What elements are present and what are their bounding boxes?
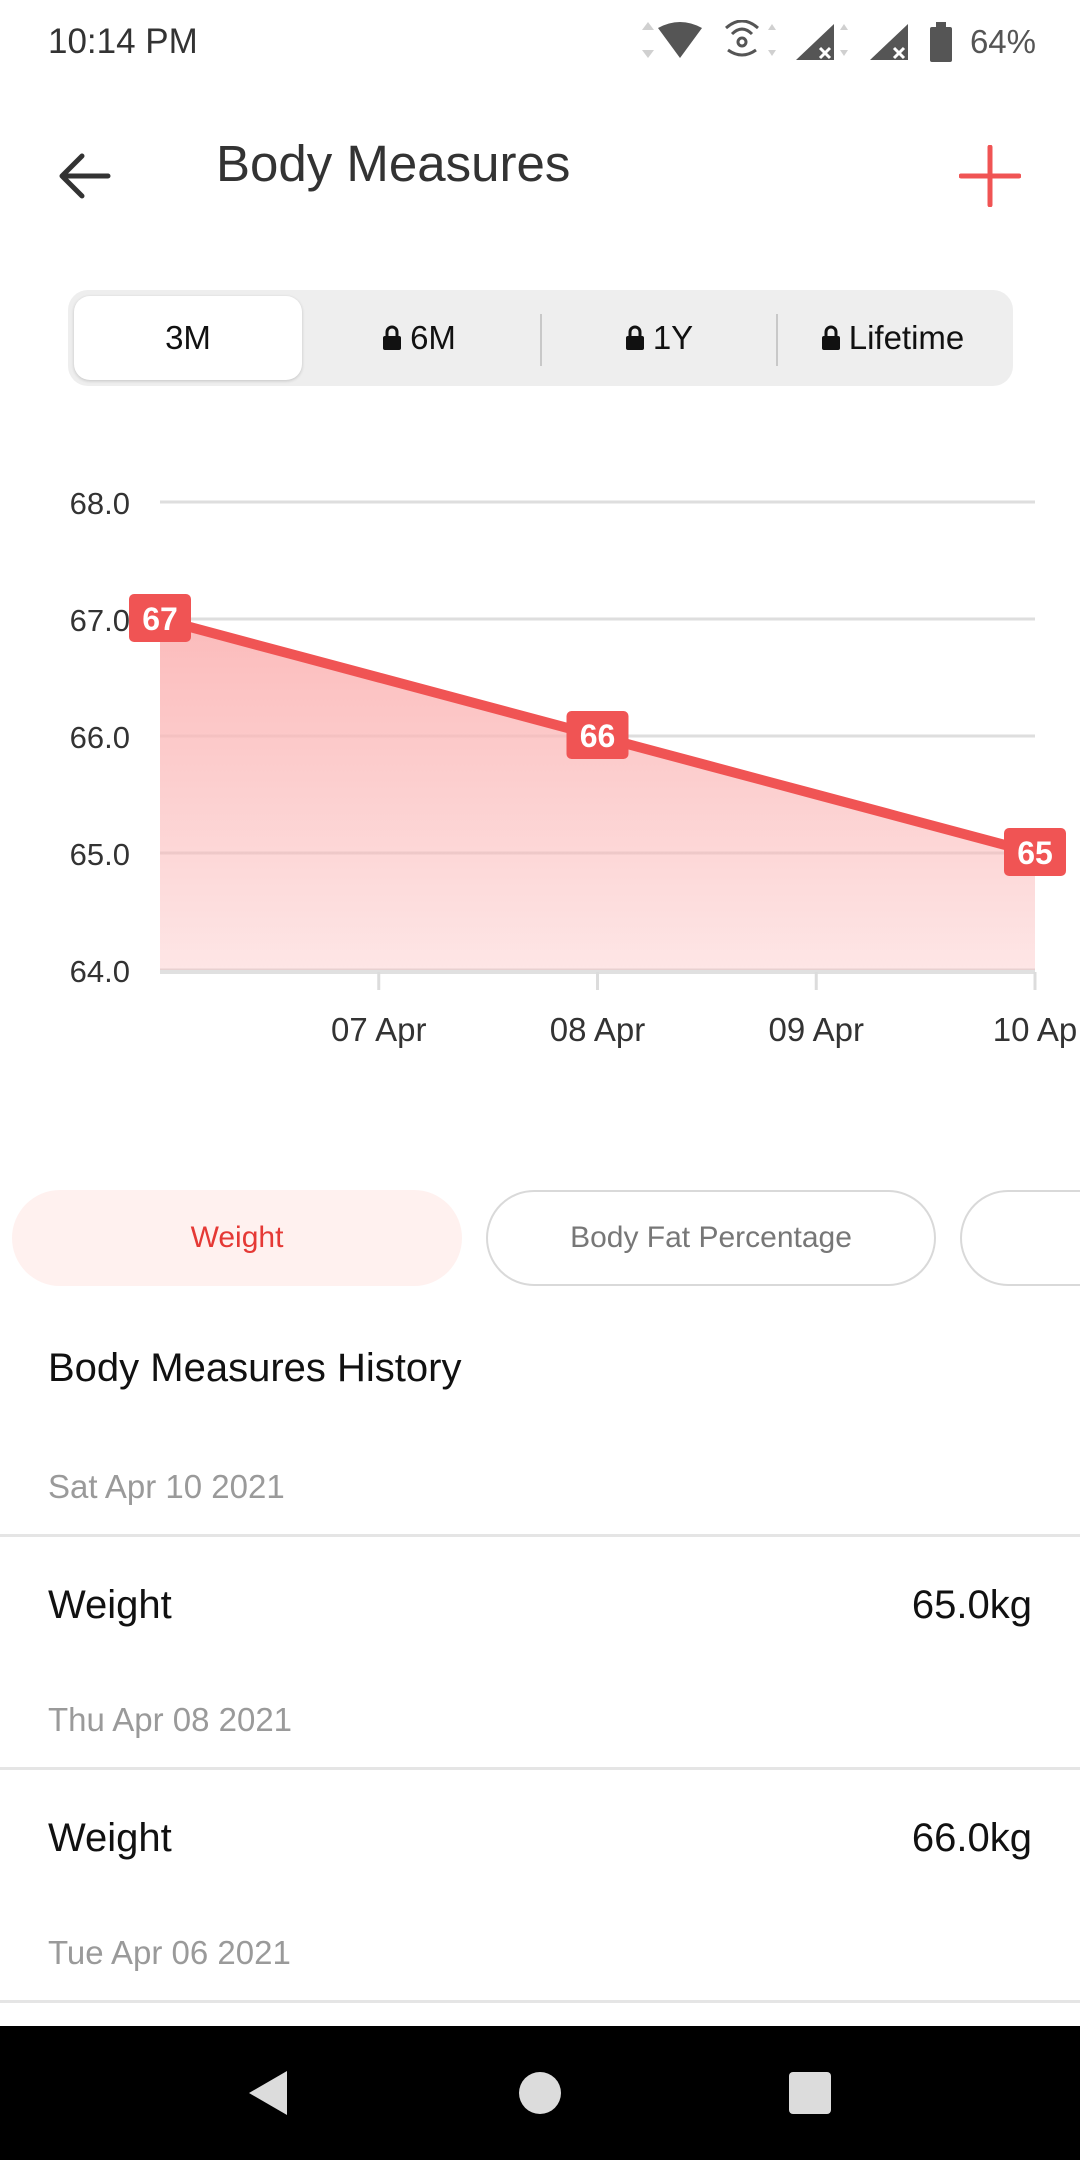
metric-tab-weight[interactable]: Weight [12, 1190, 462, 1286]
signal-icon [795, 24, 848, 60]
system-nav-bar [0, 2026, 1080, 2160]
y-tick-label: 66.0 [70, 720, 130, 755]
history-list: Sat Apr 10 2021 Weight 65.0kg Thu Apr 08… [0, 1440, 1080, 2003]
weight-chart: 68.0 67.0 66.0 65.0 64.0 07 Apr 08 Apr 09 Apr 10… [0, 460, 1080, 1080]
history-entry[interactable]: Weight 65.0kg [0, 1537, 1080, 1673]
entry-label: Weight [48, 1815, 172, 1860]
lock-icon [625, 325, 644, 350]
series-area [160, 619, 1035, 970]
y-tick-label: 68.0 [70, 486, 130, 521]
point-label: 66 [580, 718, 616, 754]
metric-tab-label: Body Fat Percentage [570, 1221, 852, 1254]
battery-icon [929, 22, 952, 62]
date-header: Thu Apr 08 2021 [0, 1673, 1080, 1770]
app-bar: Body Measures [0, 110, 1080, 220]
back-button[interactable] [44, 136, 124, 216]
range-tab-label: 1Y [652, 319, 694, 356]
range-tab-label: Lifetime [848, 319, 965, 356]
point-label: 67 [142, 601, 178, 637]
x-tick-label: 07 Apr [331, 1011, 426, 1048]
weight-chart-svg: 68.0 67.0 66.0 65.0 64.0 07 Apr 08 Apr 09 Apr 10… [70, 486, 1078, 1048]
x-tick-label: 10 Ap [993, 1011, 1077, 1048]
x-tick-label: 08 Apr [550, 1011, 645, 1048]
metric-tab-body-fat[interactable]: Body Fat Percentage [486, 1190, 936, 1286]
lock-icon [383, 325, 402, 350]
battery-percent: 64% [969, 23, 1036, 60]
point-label: 65 [1017, 835, 1053, 871]
history-title: Body Measures History [48, 1346, 462, 1390]
back-triangle-icon [249, 2071, 287, 2115]
status-icons: 64% [638, 18, 1036, 66]
hotspot-icon [724, 20, 776, 57]
range-tab-label: 6M [410, 319, 456, 356]
entry-value: 65.0kg [911, 1582, 1032, 1627]
page-title: Body Measures [216, 135, 571, 192]
recents-square-icon [789, 2072, 831, 2114]
history-entry[interactable]: Weight 66.0kg [0, 1770, 1080, 1906]
metric-tabs: Weight Body Fat Percentage [0, 1190, 1080, 1288]
plus-icon [959, 145, 1021, 207]
range-tab-label: 3M [165, 319, 211, 356]
y-tick-label: 67.0 [70, 603, 130, 638]
entry-value: 66.0kg [911, 1815, 1032, 1860]
range-tab-1y[interactable]: 1Y [542, 296, 776, 380]
arrow-left-icon [59, 153, 111, 199]
range-tab-6m[interactable]: 6M [304, 296, 534, 380]
x-tick-label: 09 Apr [769, 1011, 864, 1048]
metric-tab-label: Weight [190, 1221, 284, 1254]
add-measure-button[interactable] [950, 136, 1030, 216]
signal-icon [869, 24, 908, 60]
home-circle-icon [519, 2072, 561, 2114]
metric-tab-more[interactable] [960, 1190, 1080, 1286]
entry-label: Weight [48, 1582, 172, 1627]
y-tick-label: 65.0 [70, 837, 130, 872]
date-header: Sat Apr 10 2021 [0, 1440, 1080, 1537]
y-tick-label: 64.0 [70, 954, 130, 989]
range-tab-lifetime[interactable]: Lifetime [778, 296, 1007, 380]
range-selector: 3M 6M 1Y Lifetime [68, 290, 1013, 386]
nav-recents-button[interactable] [770, 2053, 850, 2133]
date-header: Tue Apr 06 2021 [0, 1906, 1080, 2003]
range-tab-3m[interactable]: 3M [74, 296, 302, 380]
wifi-icon [641, 22, 702, 58]
nav-back-button[interactable] [228, 2053, 308, 2133]
status-bar: 10:14 PM 64% [0, 0, 1080, 84]
lock-icon [821, 325, 840, 350]
nav-home-button[interactable] [500, 2053, 580, 2133]
status-time: 10:14 PM [48, 22, 198, 61]
